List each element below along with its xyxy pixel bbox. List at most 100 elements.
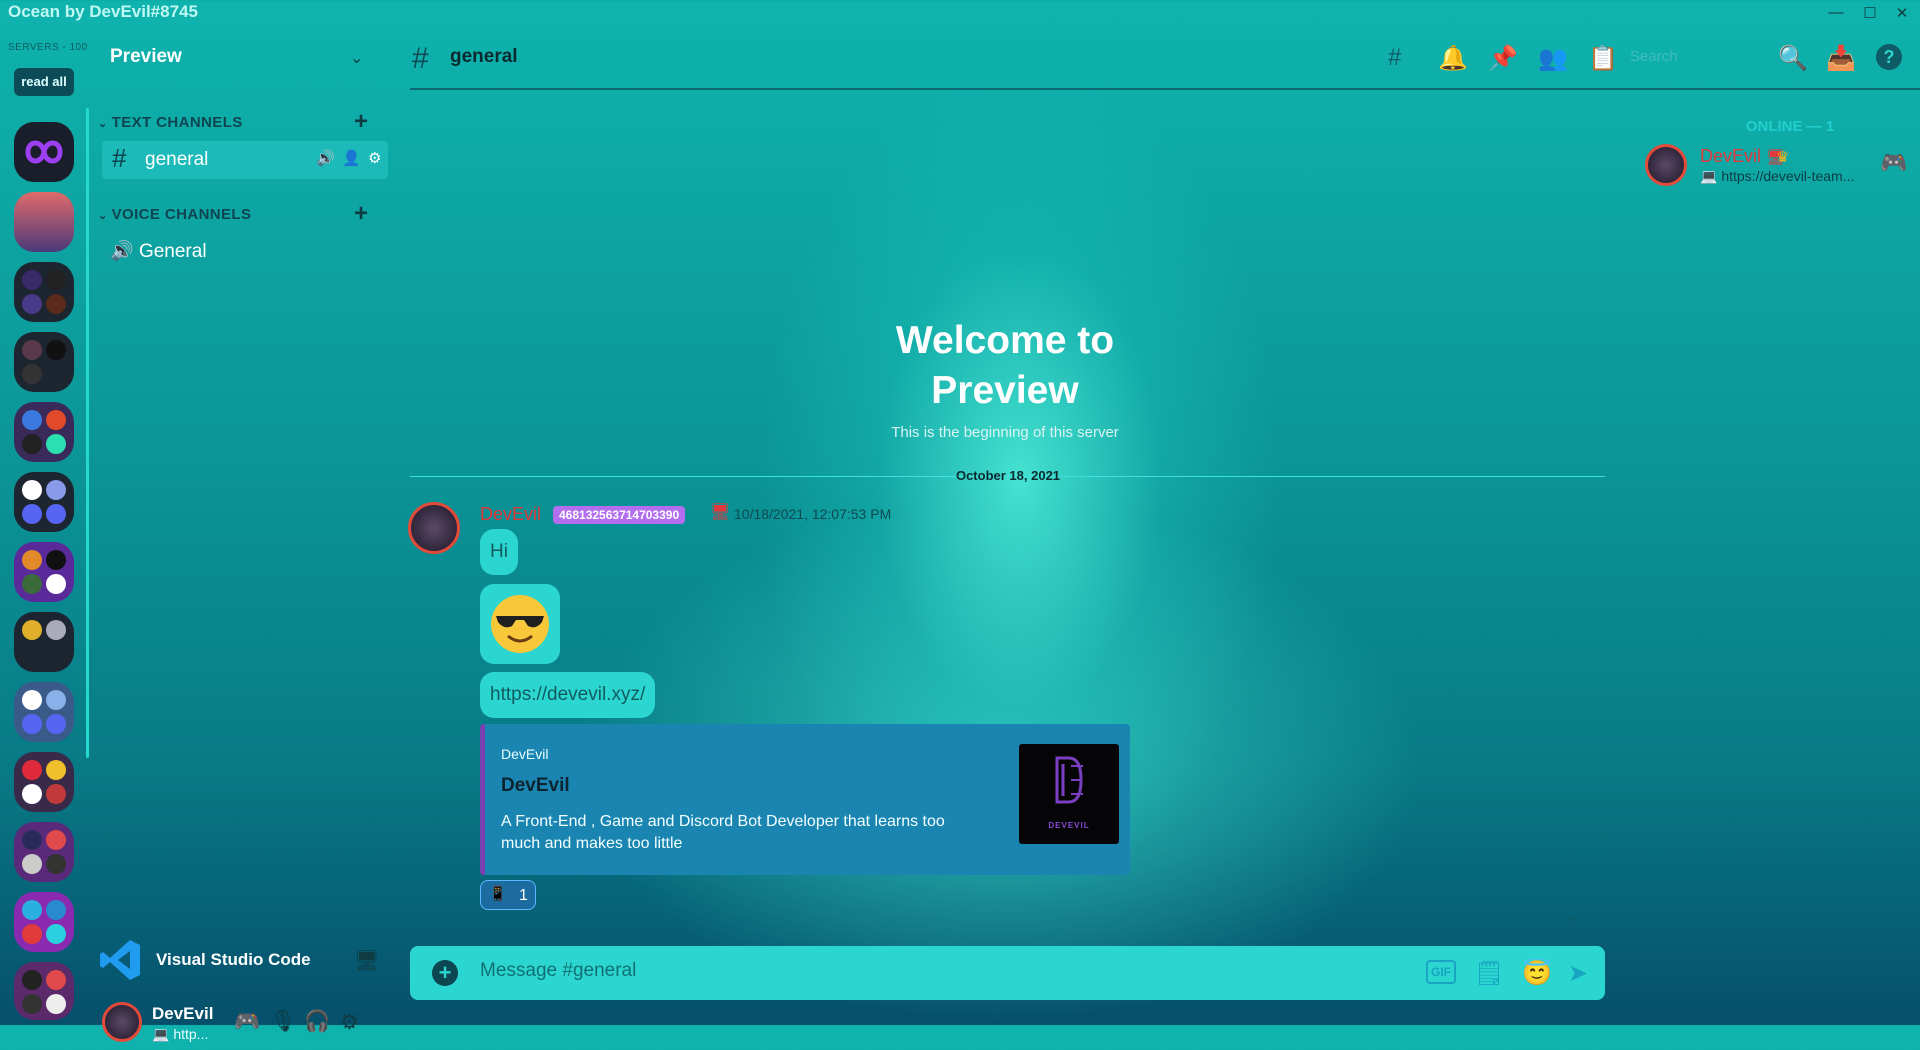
minimize-button[interactable]: — — [1826, 4, 1846, 21]
activity-panel: Visual Studio Code 🖥 — [98, 936, 388, 986]
category-label: TEXT CHANNELS — [111, 114, 243, 131]
chevron-up-icon[interactable]: ⌃ — [1566, 914, 1579, 934]
chevron-down-icon[interactable]: ⌄ — [350, 48, 363, 68]
read-all-button[interactable]: read all — [14, 68, 74, 96]
reaction-count: 1 — [519, 887, 528, 904]
channel-item-general[interactable]: # general 🔊 👤 ⚙ — [102, 141, 388, 179]
gear-icon[interactable]: ⚙ — [368, 149, 381, 167]
message-input[interactable]: Message #general — [480, 960, 1380, 982]
online-header: ONLINE — 1 — [1745, 118, 1835, 135]
server-name[interactable]: Preview — [110, 46, 182, 68]
gif-button[interactable]: GIF — [1426, 960, 1456, 984]
member-name[interactable]: DevEvil 🖥 — [1700, 146, 1785, 167]
activity-name: Visual Studio Code — [156, 950, 311, 969]
reaction-emoji-icon: 📱 — [489, 885, 507, 901]
user-panel: DevEvil 💻 http... 🎮 🎙 🎧 ⚙ — [98, 1000, 388, 1050]
message-author[interactable]: DevEvil — [480, 504, 541, 525]
invite-icon[interactable]: 👤 — [342, 149, 361, 167]
mute-icon[interactable]: 🎙 — [270, 1010, 297, 1034]
member-name-text: DevEvil — [1700, 146, 1762, 166]
notepad-icon[interactable]: 📋 — [1588, 44, 1618, 73]
close-button[interactable]: ✕ — [1892, 4, 1912, 22]
channel-header: # general # 🔔 📌 👥 📋 Search 🔍 📥 ? — [408, 28, 1920, 88]
sunglasses-emoji-icon — [491, 595, 549, 653]
message-text: Hi — [480, 529, 518, 575]
reaction-pill[interactable]: 📱 1 — [480, 880, 536, 910]
voice-channel-general[interactable]: 🔊 General — [110, 239, 207, 263]
add-attachment-button[interactable]: + — [432, 960, 458, 986]
member-status: 💻 https://devevil-team... — [1700, 168, 1855, 184]
message-emoji — [480, 584, 560, 664]
welcome-title: Welcome to Preview — [850, 316, 1160, 416]
embed-description: A Front-End , Game and Discord Bot Devel… — [501, 813, 945, 852]
add-voice-channel-button[interactable]: + — [354, 200, 368, 228]
embed-thumbnail[interactable]: DEVEVIL — [1019, 744, 1119, 844]
voice-channel-name: General — [138, 241, 207, 262]
channel-name: general — [145, 149, 209, 170]
server-logo-icon — [25, 140, 63, 164]
collapse-arrow-icon: ⌄ — [98, 118, 108, 130]
channel-sidebar: Preview ⌄ ⌄ TEXT CHANNELS + # general 🔊 👤… — [92, 28, 392, 1042]
vscode-icon — [100, 940, 140, 980]
message-avatar[interactable] — [408, 502, 460, 554]
header-divider — [410, 88, 1920, 90]
threads-icon[interactable]: # — [1388, 44, 1401, 72]
search-input[interactable]: Search — [1630, 48, 1780, 65]
server-folder-5[interactable] — [14, 542, 74, 602]
add-text-channel-button[interactable]: + — [354, 108, 368, 136]
category-voice-channels[interactable]: ⌄ VOICE CHANNELS — [98, 206, 251, 223]
emoji-picker-icon[interactable]: 😇 — [1522, 959, 1552, 988]
desktop-icon: 🖥 — [710, 504, 731, 521]
gamepad-icon: 🎮 — [1880, 150, 1908, 175]
server-folder-9[interactable] — [14, 822, 74, 882]
link-embed: DevEvil DevEvil A Front-End , Game and D… — [480, 724, 1130, 875]
embed-provider[interactable]: DevEvil — [501, 746, 548, 762]
server-folder-4[interactable] — [14, 472, 74, 532]
server-rail: SERVERS - 100 read all — [0, 28, 88, 1025]
welcome-subtitle: This is the beginning of this server — [891, 424, 1119, 441]
screen-share-icon[interactable]: 🖥 — [354, 948, 379, 973]
server-folder-6[interactable] — [14, 612, 74, 672]
headphones-icon[interactable]: 🎧 — [304, 1010, 330, 1034]
crown-icon: ♛ — [1776, 149, 1790, 166]
search-icon[interactable]: 🔍 — [1778, 44, 1808, 73]
members-icon[interactable]: 👥 — [1538, 44, 1568, 73]
pin-icon[interactable]: 📌 — [1488, 44, 1518, 73]
member-avatar[interactable] — [1645, 144, 1687, 186]
message-composer: + Message #general GIF 🗒 😇 ➤ — [410, 946, 1605, 1000]
channel-title: general — [450, 46, 518, 67]
server-folder-8[interactable] — [14, 752, 74, 812]
app-title: Ocean by DevEvil#8745 — [8, 2, 198, 21]
server-folder-3[interactable] — [14, 402, 74, 462]
message-timestamp: 10/18/2021, 12:07:53 PM — [734, 506, 892, 522]
rail-scroll-indicator — [86, 108, 89, 758]
server-folder-1[interactable] — [14, 262, 74, 322]
user-status: 💻 http... — [152, 1026, 209, 1042]
server-folder-10[interactable] — [14, 892, 74, 952]
message-link[interactable]: https://devevil.xyz/ — [480, 672, 656, 718]
servers-count: SERVERS - 100 — [8, 42, 88, 53]
gamepad-icon[interactable]: 🎮 — [234, 1010, 260, 1034]
server-folder-2[interactable] — [14, 332, 74, 392]
user-id-badge: 468132563714703390 — [553, 506, 686, 524]
devevil-logo-icon — [1055, 756, 1083, 804]
sticker-icon[interactable]: 🗒 — [1474, 959, 1504, 988]
inbox-icon[interactable]: 📥 — [1826, 44, 1856, 73]
category-text-channels[interactable]: ⌄ TEXT CHANNELS — [98, 114, 243, 131]
settings-gear-icon[interactable]: ⚙ — [340, 1010, 359, 1035]
help-icon[interactable]: ? — [1876, 44, 1902, 70]
bell-icon[interactable]: 🔔 — [1438, 44, 1468, 73]
title-bar: Ocean by DevEvil#8745 — ☐ ✕ — [0, 0, 1920, 28]
collapse-arrow-icon: ⌄ — [98, 210, 108, 222]
send-icon[interactable]: ➤ — [1568, 959, 1588, 988]
server-icon-2[interactable] — [14, 192, 74, 252]
avatar[interactable] — [102, 1002, 142, 1042]
welcome-line-1: Welcome to — [895, 319, 1115, 362]
speaker-icon[interactable]: 🔊 — [316, 149, 335, 167]
speaker-icon: 🔊 — [110, 241, 134, 262]
server-folder-11[interactable] — [14, 962, 74, 1020]
server-icon-1[interactable] — [14, 122, 74, 182]
embed-title[interactable]: DevEvil — [501, 775, 570, 797]
maximize-button[interactable]: ☐ — [1860, 4, 1880, 22]
server-folder-7[interactable] — [14, 682, 74, 742]
